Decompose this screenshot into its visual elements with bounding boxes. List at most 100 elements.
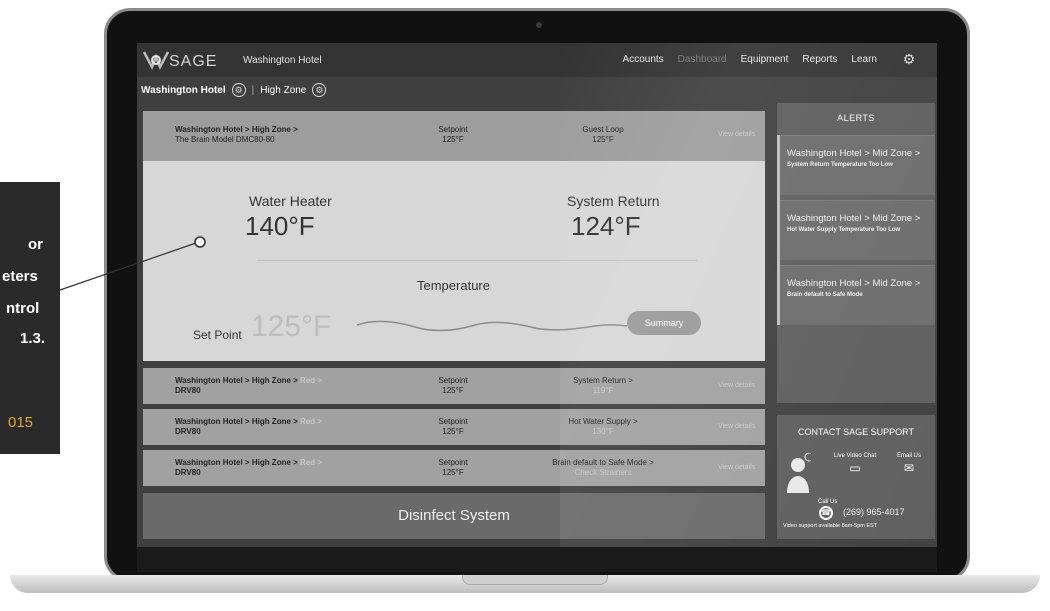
disinfect-system-button[interactable]: Disinfect System: [143, 493, 765, 539]
row-red: Red >: [300, 417, 323, 426]
setpoint-value: 125°F: [442, 135, 464, 144]
row-red: Red >: [300, 376, 323, 385]
email-us[interactable]: Email Us ✉: [889, 453, 929, 475]
zone-settings-gear-icon[interactable]: ⚙: [312, 83, 327, 97]
equipment-model: The Brain Model DMC80-80: [175, 135, 275, 144]
owl-logo-icon: [142, 49, 170, 77]
logo-wordmark: SAGE: [169, 53, 218, 70]
callout-line-2: eters: [2, 268, 38, 285]
equipment-row[interactable]: Washington Hotel > High Zone > Red > DRV…: [143, 409, 765, 445]
row-metric-label: System Return >: [573, 376, 633, 385]
breadcrumb-zone[interactable]: High Zone: [260, 85, 306, 96]
row-setpoint-label: Setpoint: [438, 417, 468, 426]
email-us-label: Email Us: [896, 453, 921, 459]
row-path: Washington Hotel > High Zone >: [175, 376, 301, 385]
nav-learn[interactable]: Learn: [851, 54, 877, 65]
equipment-row[interactable]: Washington Hotel > High Zone > Red > DRV…: [143, 368, 765, 404]
row-metric-value: 130°F: [592, 427, 614, 436]
phone-icon[interactable]: ☎: [819, 506, 833, 520]
alert-item[interactable]: Washington Hotel > Mid Zone > Hot Water …: [777, 200, 935, 260]
support-agent-avatar: [787, 453, 811, 493]
guest-loop-label: Guest Loop: [582, 125, 624, 134]
callout-year: 015: [8, 414, 34, 431]
header-hotel-name: Washington Hotel: [243, 55, 322, 66]
view-details-link[interactable]: View details: [718, 131, 755, 138]
row-view-details-link[interactable]: View details: [718, 382, 755, 389]
system-return-value: 124°F: [571, 211, 641, 241]
alert-title: Washington Hotel > Mid Zone >: [787, 278, 921, 289]
alerts-scrollbar[interactable]: [777, 135, 780, 325]
equipment-path: Washington Hotel > High Zone > The Brain…: [175, 125, 298, 145]
live-video-chat[interactable]: Live Video Chat ▭: [833, 453, 877, 475]
alerts-panel: ALERTS Washington Hotel > Mid Zone > Sys…: [777, 103, 935, 403]
water-heater-value: 140°F: [245, 211, 315, 241]
alert-item[interactable]: Washington Hotel > Mid Zone > System Ret…: [777, 135, 935, 195]
app-screen: SAGE Washington Hotel Accounts Dashboard…: [137, 43, 937, 547]
row-model: DRV80: [175, 468, 201, 477]
alerts-title: ALERTS: [837, 113, 875, 123]
breadcrumb-separator: |: [251, 84, 255, 96]
card-divider: [257, 260, 697, 261]
row-view-details-link[interactable]: View details: [718, 464, 755, 471]
row-red: Red >: [300, 458, 323, 467]
nav-equipment[interactable]: Equipment: [741, 54, 789, 65]
support-phone-number[interactable]: (269) 965-4017: [843, 507, 905, 517]
row-model: DRV80: [175, 386, 201, 395]
system-return-label: System Return: [567, 193, 660, 209]
guest-loop-cell: Guest Loop 125°F: [563, 125, 643, 145]
live-video-chat-label: Live Video Chat: [833, 453, 877, 459]
row-setpoint-value: 125°F: [442, 427, 464, 436]
contact-title: CONTACT SAGE SUPPORT: [797, 427, 915, 437]
temperature-label: Temperature: [417, 278, 490, 293]
sage-logo[interactable]: SAGE: [142, 49, 233, 73]
support-hours: Video support available 8am-5pm EST: [783, 523, 878, 529]
alert-detail: System Return Temperature Too Low: [787, 162, 893, 168]
contact-support-panel: CONTACT SAGE SUPPORT Live Video Chat ▭ E…: [777, 415, 935, 539]
video-camera-icon: ▭: [849, 461, 861, 475]
summary-button[interactable]: Summary: [627, 311, 701, 335]
water-heater-label: Water Heater: [249, 193, 332, 209]
guest-loop-value: 125°F: [592, 135, 614, 144]
row-metric-label: Brain default to Safe Mode >: [552, 458, 654, 467]
selected-equipment-header[interactable]: Washington Hotel > High Zone > The Brain…: [143, 111, 765, 161]
row-view-details-link[interactable]: View details: [718, 423, 755, 430]
row-metric-value: Check Strainers: [574, 468, 632, 477]
nav-accounts[interactable]: Accounts: [623, 54, 664, 65]
breadcrumb: Washington Hotel ⚙ | High Zone ⚙: [141, 83, 327, 97]
nav-reports[interactable]: Reports: [802, 54, 837, 65]
row-metric-label: Hot Water Supply >: [568, 417, 638, 426]
setpoint-label: Setpoint: [438, 125, 468, 134]
set-point-value: 125°F: [251, 310, 332, 343]
alert-detail: Hot Water Supply Temperature Too Low: [787, 227, 901, 233]
set-point-label: Set Point: [193, 328, 242, 342]
callout-line-4: 1.3.: [20, 330, 46, 347]
row-path: Washington Hotel > High Zone >: [175, 458, 301, 467]
alert-item[interactable]: Washington Hotel > Mid Zone > Brain defa…: [777, 265, 935, 325]
callout-line-1: or: [28, 236, 43, 253]
call-us-label: Call Us: [818, 499, 838, 505]
equipment-row[interactable]: Washington Hotel > High Zone > Red > DRV…: [143, 450, 765, 486]
main-nav: Accounts Dashboard Equipment Reports Lea…: [623, 54, 877, 65]
row-path: Washington Hotel > High Zone >: [175, 417, 301, 426]
equipment-path-text: Washington Hotel > High Zone >: [175, 125, 298, 134]
envelope-icon: ✉: [903, 461, 915, 475]
row-metric-value: 119°F: [592, 386, 614, 395]
laptop-chin: [137, 547, 937, 572]
alert-title: Washington Hotel > Mid Zone >: [787, 213, 921, 224]
row-setpoint-value: 125°F: [442, 468, 464, 477]
alert-detail: Brain default to Safe Mode: [787, 292, 863, 298]
row-model: DRV80: [175, 427, 201, 436]
row-setpoint-value: 125°F: [442, 386, 464, 395]
laptop-notch: [462, 575, 608, 585]
setpoint-cell: Setpoint 125°F: [423, 125, 483, 145]
callout-line-3: ntrol: [6, 300, 40, 317]
hotel-settings-gear-icon[interactable]: ⚙: [231, 83, 246, 97]
stage: { "callout": { "line1": "or", "line2": "…: [0, 0, 1050, 611]
breadcrumb-hotel[interactable]: Washington Hotel: [141, 85, 226, 96]
alert-title: Washington Hotel > Mid Zone >: [787, 148, 921, 159]
top-bar: SAGE Washington Hotel Accounts Dashboard…: [137, 43, 937, 77]
settings-gear-icon[interactable]: ⚙: [901, 51, 917, 67]
webcam: [536, 22, 542, 28]
row-setpoint-label: Setpoint: [438, 376, 468, 385]
nav-dashboard[interactable]: Dashboard: [678, 54, 727, 65]
